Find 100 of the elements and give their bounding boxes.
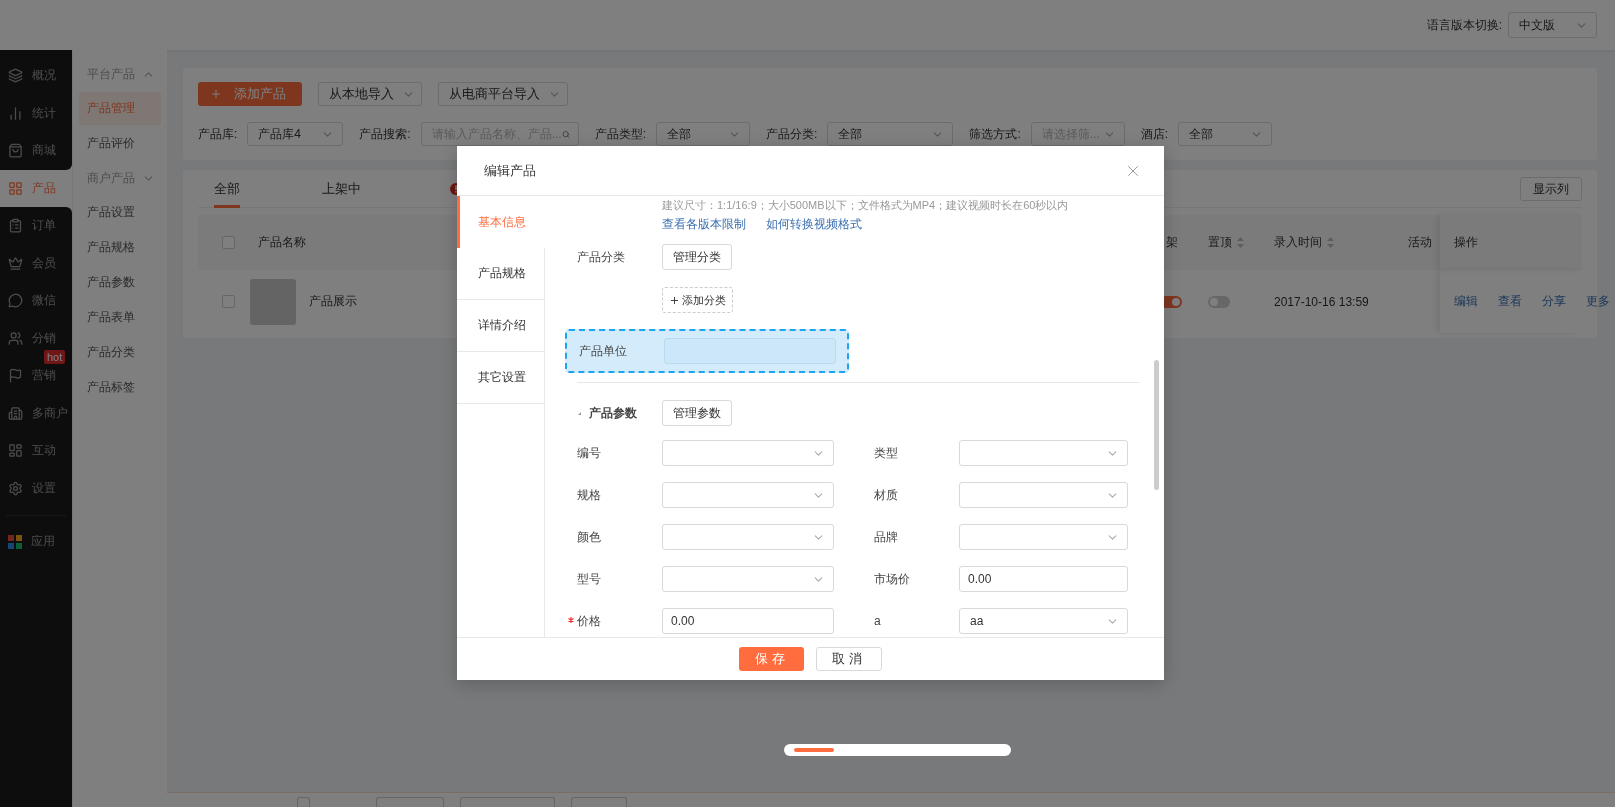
manage-params-button[interactable]: 管理参数 [662,400,732,426]
param-select[interactable] [662,440,834,466]
param-select[interactable]: aa [959,608,1128,634]
column-header: 置顶 [1208,234,1232,251]
nav-item[interactable]: 统计 [0,94,72,132]
field-label: 规格 [577,486,602,504]
language-label: 语言版本切换: [1426,16,1502,34]
horizontal-scrollbar[interactable] [784,744,1011,756]
section-title: 产品参数 [589,404,638,422]
checkbox[interactable] [222,236,235,249]
field-label: 品牌 [874,528,899,546]
building-icon [8,405,23,421]
param-select[interactable] [959,440,1128,466]
layers-icon [8,68,23,84]
dialog-tab[interactable]: 详情介绍 [457,300,545,352]
action-link[interactable]: 查看 [1498,293,1522,310]
cut-off-button[interactable] [376,797,444,807]
param-select[interactable] [959,482,1128,508]
language-select[interactable]: 中文版 [1508,12,1597,38]
add-product-button[interactable]: 添加产品 [198,82,302,106]
import-dropdown[interactable]: 从本地导入 [318,82,422,106]
cut-off-button[interactable] [571,797,627,807]
checkbox[interactable] [222,295,235,308]
filter-select[interactable]: 产品库4 [247,122,344,146]
cancel-button[interactable]: 取消 [816,647,882,671]
param-input[interactable]: 0.00 [662,608,834,634]
nav-item[interactable]: 微信 [0,282,72,320]
manage-category-button[interactable]: 管理分类 [662,244,732,270]
action-link[interactable]: 更多 [1586,293,1610,310]
toggle-switch[interactable] [1208,295,1230,308]
filter-label: 筛选方式: [969,125,1021,143]
shopping-bag-icon [8,143,23,159]
column-header: 架 [1166,234,1178,251]
column-header: 活动 [1408,234,1432,251]
field-label: 价格 [577,612,662,630]
sub-nav-item[interactable]: 产品规格 [79,231,161,264]
sub-nav-item[interactable]: 产品分类 [79,336,161,369]
unit-input[interactable] [664,338,836,364]
action-link[interactable]: 分享 [1542,293,1566,310]
product-name: 产品展示 [309,293,357,310]
nav-item[interactable]: 多商户 [0,394,72,432]
chat-bubble-icon [8,293,23,309]
filter-label: 产品类型: [594,125,647,143]
save-button[interactable]: 保存 [739,647,804,671]
sub-nav-item[interactable]: 产品标签 [79,371,161,404]
dialog-tab[interactable]: 其它设置 [457,352,545,404]
filter-select[interactable]: 全部 [827,122,954,146]
field-label: 编号 [577,444,602,462]
grid-icon [8,180,23,196]
field-label: 颜色 [577,528,602,546]
nav-item[interactable]: 商城 [0,132,72,170]
cut-off-checkbox[interactable] [297,797,310,807]
field-label: 市场价 [874,570,911,588]
bar-chart-icon [8,105,23,121]
sub-nav-item[interactable]: 产品评价 [79,127,161,160]
tab[interactable]: 全部 [198,170,306,207]
field-label: 材质 [874,486,899,504]
sub-nav-item[interactable]: 产品参数 [79,266,161,299]
sub-nav-item[interactable]: 产品设置 [79,196,161,229]
field-label: 型号 [577,570,602,588]
help-link[interactable]: 如何转换视频格式 [766,215,862,233]
settings-icon [8,480,23,496]
tab[interactable]: 上架中 [306,170,434,207]
field-label: a [874,614,882,628]
field-label: 产品单位 [579,342,628,360]
upload-hint: 建议尺寸：1:1/16:9；大小500MB以下；文件格式为MP4；建议视频时长在60秒以内 [662,197,1069,213]
filter-label: 酒店: [1140,125,1169,143]
param-select[interactable] [662,482,834,508]
sort-icon[interactable] [1327,237,1334,248]
help-link[interactable]: 查看各版本限制 [662,215,746,233]
field-label: 类型 [874,444,899,462]
show-columns-button[interactable]: 显示列 [1520,177,1582,201]
colored-grid-icon [8,534,22,549]
field-label: 产品分类 [577,248,626,266]
param-input[interactable]: 0.00 [959,566,1128,592]
users-icon [8,330,23,346]
photo-placeholder [250,278,296,325]
dialog-tab[interactable]: 产品规格 [457,248,545,300]
sub-nav-item[interactable]: 产品管理 [79,92,161,125]
param-select[interactable] [662,524,834,550]
add-category-button[interactable]: 添加分类 [662,287,733,313]
import-dropdown[interactable]: 从电商平台导入 [438,82,568,106]
column-header: 录入时间 [1274,234,1322,251]
dialog-tab[interactable]: 基本信息 [457,196,545,248]
nav-item[interactable]: 订单 [0,207,72,245]
clipboard-icon [8,218,23,234]
nav-item[interactable]: 应用 [0,523,72,561]
cut-off-button[interactable] [460,797,555,807]
date-cell: 2017-10-16 13:59 [1274,294,1369,309]
nav-item[interactable]: 互动 [0,432,72,470]
filter-select[interactable]: 全部 [1178,122,1273,146]
param-select[interactable] [959,524,1128,550]
action-link[interactable]: 编辑 [1454,293,1478,310]
sub-nav-item[interactable]: 产品表单 [79,301,161,334]
nav-item[interactable]: 会员 [0,244,72,282]
nav-item[interactable]: 概况 [0,50,72,95]
filter-label: 产品搜索: [359,125,411,143]
filter-select[interactable]: 全部 [656,122,751,146]
sort-icon[interactable] [1237,237,1244,248]
param-select[interactable] [662,566,834,592]
